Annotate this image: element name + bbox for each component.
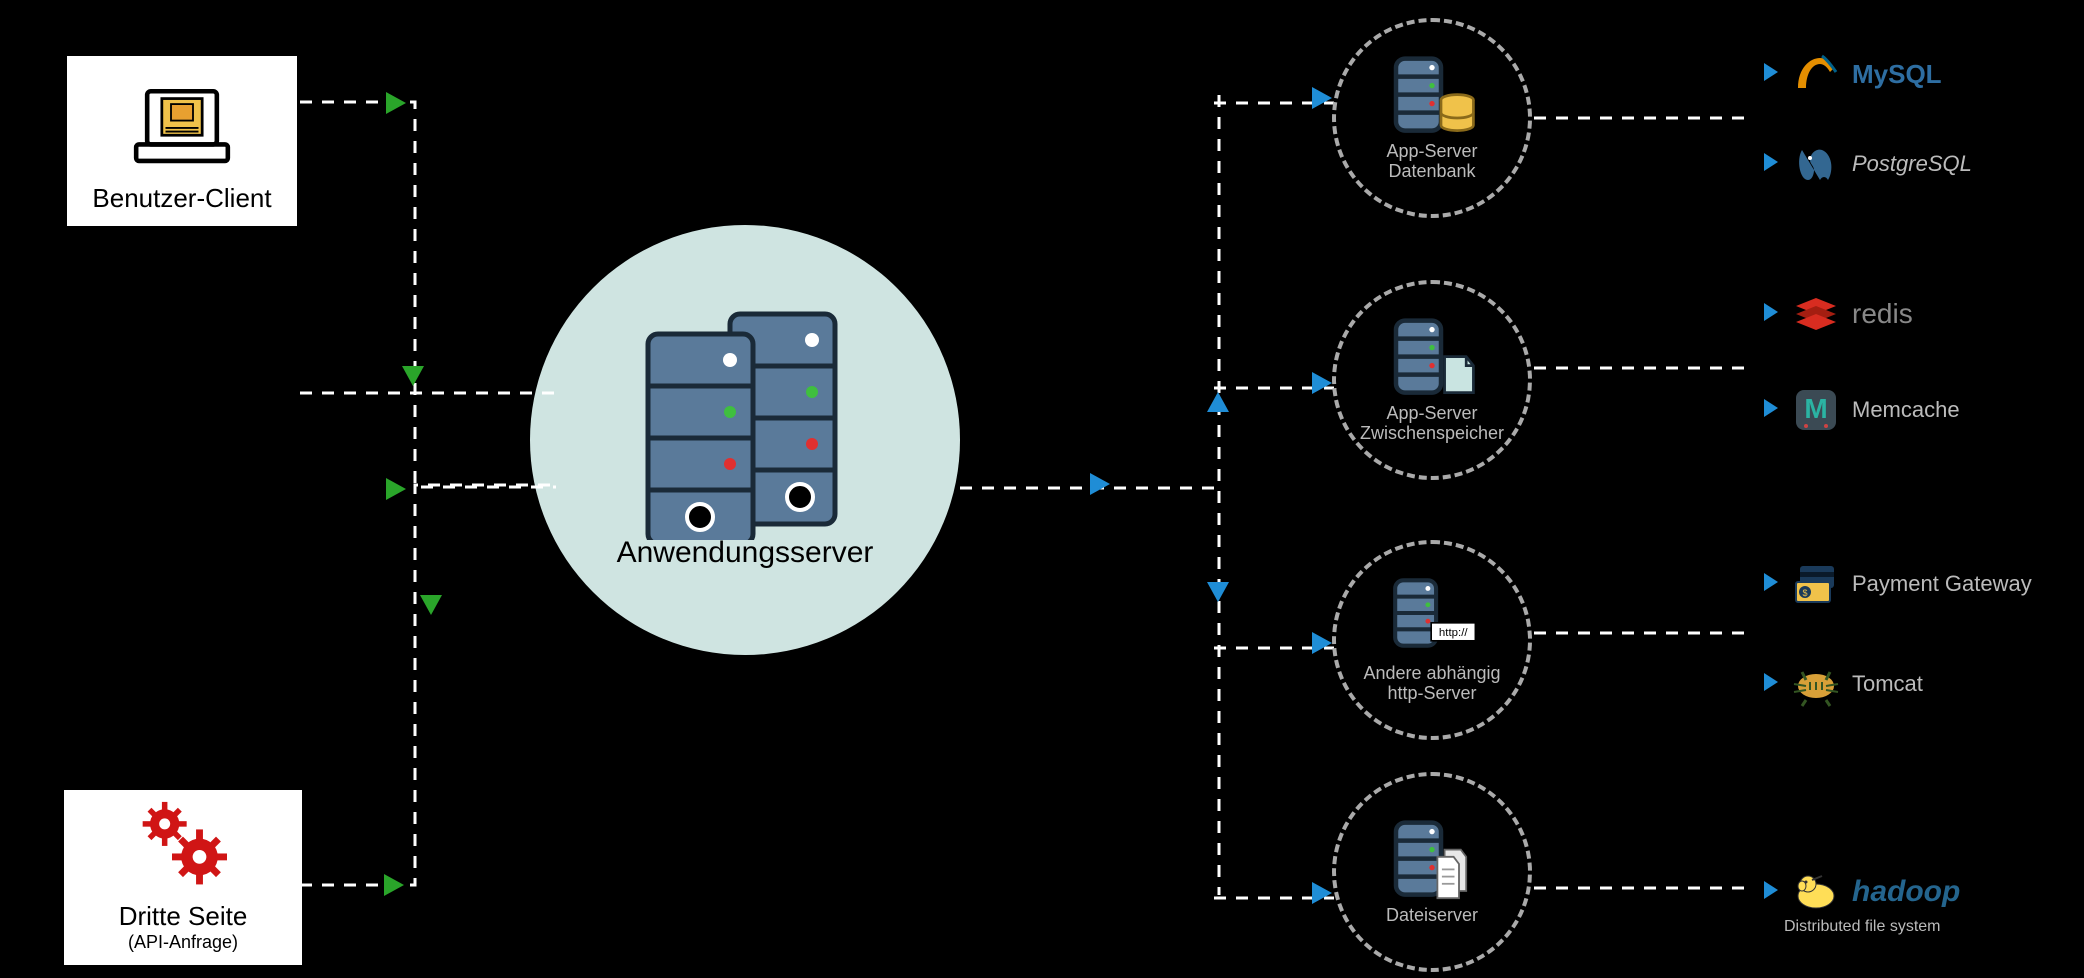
server-icon — [640, 310, 850, 530]
laptop-icon — [127, 82, 237, 177]
spur-node-to-cache-tech — [1534, 360, 1754, 378]
hadoop-label: hadoop — [1852, 875, 1960, 909]
backend-db-label: App-ServerDatenbank — [1386, 142, 1477, 182]
connector-mid-to-center — [300, 385, 580, 403]
hadoop-sublabel: Distributed file system — [1784, 918, 1941, 936]
tech-payment: $ Payment Gateway — [1764, 560, 2032, 608]
redis-label: redis — [1852, 298, 1913, 330]
connector-thirdparty-to-center — [300, 485, 580, 920]
mysql-logo-icon — [1792, 50, 1840, 98]
tech-mysql: MySQL — [1764, 50, 1942, 98]
hadoop-logo-icon — [1792, 868, 1840, 916]
arrow-up-blue — [1207, 392, 1229, 412]
server-file-icon — [1387, 819, 1477, 904]
bullet-icon — [1764, 881, 1780, 904]
postgres-label: PostgreSQL — [1852, 151, 1972, 177]
backend-cache-label: App-ServerZwischenspeicher — [1360, 404, 1504, 444]
backend-vertical-bus — [1214, 95, 1224, 900]
backend-node-file: Dateiserver — [1332, 772, 1532, 972]
server-database-icon — [1387, 55, 1477, 140]
spur-node-to-db-tech — [1534, 110, 1754, 128]
payment-label: Payment Gateway — [1852, 571, 2032, 597]
third-party-box: Dritte Seite (API-Anfrage) — [64, 790, 302, 965]
arrow-down-green — [402, 366, 424, 386]
bullet-icon — [1764, 63, 1780, 86]
tech-tomcat: Tomcat — [1764, 660, 1923, 708]
app-server-label: Anwendungsserver — [617, 536, 874, 570]
redis-logo-icon — [1792, 290, 1840, 338]
user-client-label: Benutzer-Client — [92, 183, 271, 214]
tech-memcache: M Memcache — [1764, 386, 1960, 434]
arrow-right-blue — [1312, 87, 1332, 109]
user-client-box: Benutzer-Client — [67, 56, 297, 226]
arrow-down-green — [420, 595, 442, 615]
backend-node-http: http:// Andere abhängighttp-Server — [1332, 540, 1532, 740]
arrow-right-blue — [1312, 882, 1332, 904]
arrow-right-blue — [1090, 473, 1110, 495]
arrow-right-blue — [1312, 372, 1332, 394]
bullet-icon — [1764, 399, 1780, 422]
bullet-icon — [1764, 573, 1780, 596]
mysql-label: MySQL — [1852, 59, 1942, 90]
backend-node-database: App-ServerDatenbank — [1332, 18, 1532, 218]
gears-icon — [128, 800, 238, 895]
server-cache-icon — [1387, 317, 1477, 402]
tech-postgres: PostgreSQL — [1764, 140, 1972, 188]
tech-hadoop: hadoop Distributed file system — [1764, 868, 1960, 916]
postgres-logo-icon — [1792, 140, 1840, 188]
backend-node-cache: App-ServerZwischenspeicher — [1332, 280, 1532, 480]
arrow-right-blue — [1312, 632, 1332, 654]
third-party-label: Dritte Seite — [119, 901, 248, 932]
bullet-icon — [1764, 303, 1780, 326]
bullet-icon — [1764, 673, 1780, 696]
server-http-icon: http:// — [1387, 577, 1477, 662]
arrow-right-green — [386, 92, 406, 114]
memcache-label: Memcache — [1852, 397, 1960, 423]
tomcat-logo-icon — [1792, 660, 1840, 708]
backend-file-label: Dateiserver — [1386, 906, 1478, 926]
memcache-logo-icon: M — [1792, 386, 1840, 434]
arrow-right-green — [386, 478, 406, 500]
connector-client-to-center — [300, 102, 580, 507]
svg-text:http://: http:// — [1439, 627, 1468, 639]
svg-text:M: M — [1804, 393, 1827, 424]
payment-gateway-icon: $ — [1792, 560, 1840, 608]
bullet-icon — [1764, 153, 1780, 176]
backend-http-label: Andere abhängighttp-Server — [1363, 664, 1500, 704]
app-server-group: Anwendungsserver — [530, 225, 960, 655]
spur-node-to-http-tech — [1534, 625, 1754, 643]
arrow-down-blue — [1207, 582, 1229, 602]
spur-node-to-file-tech — [1534, 880, 1754, 898]
svg-text:$: $ — [1802, 588, 1807, 598]
tech-redis: redis — [1764, 290, 1913, 338]
third-party-sublabel: (API-Anfrage) — [128, 932, 238, 953]
tomcat-label: Tomcat — [1852, 671, 1923, 697]
arrow-right-green — [384, 874, 404, 896]
